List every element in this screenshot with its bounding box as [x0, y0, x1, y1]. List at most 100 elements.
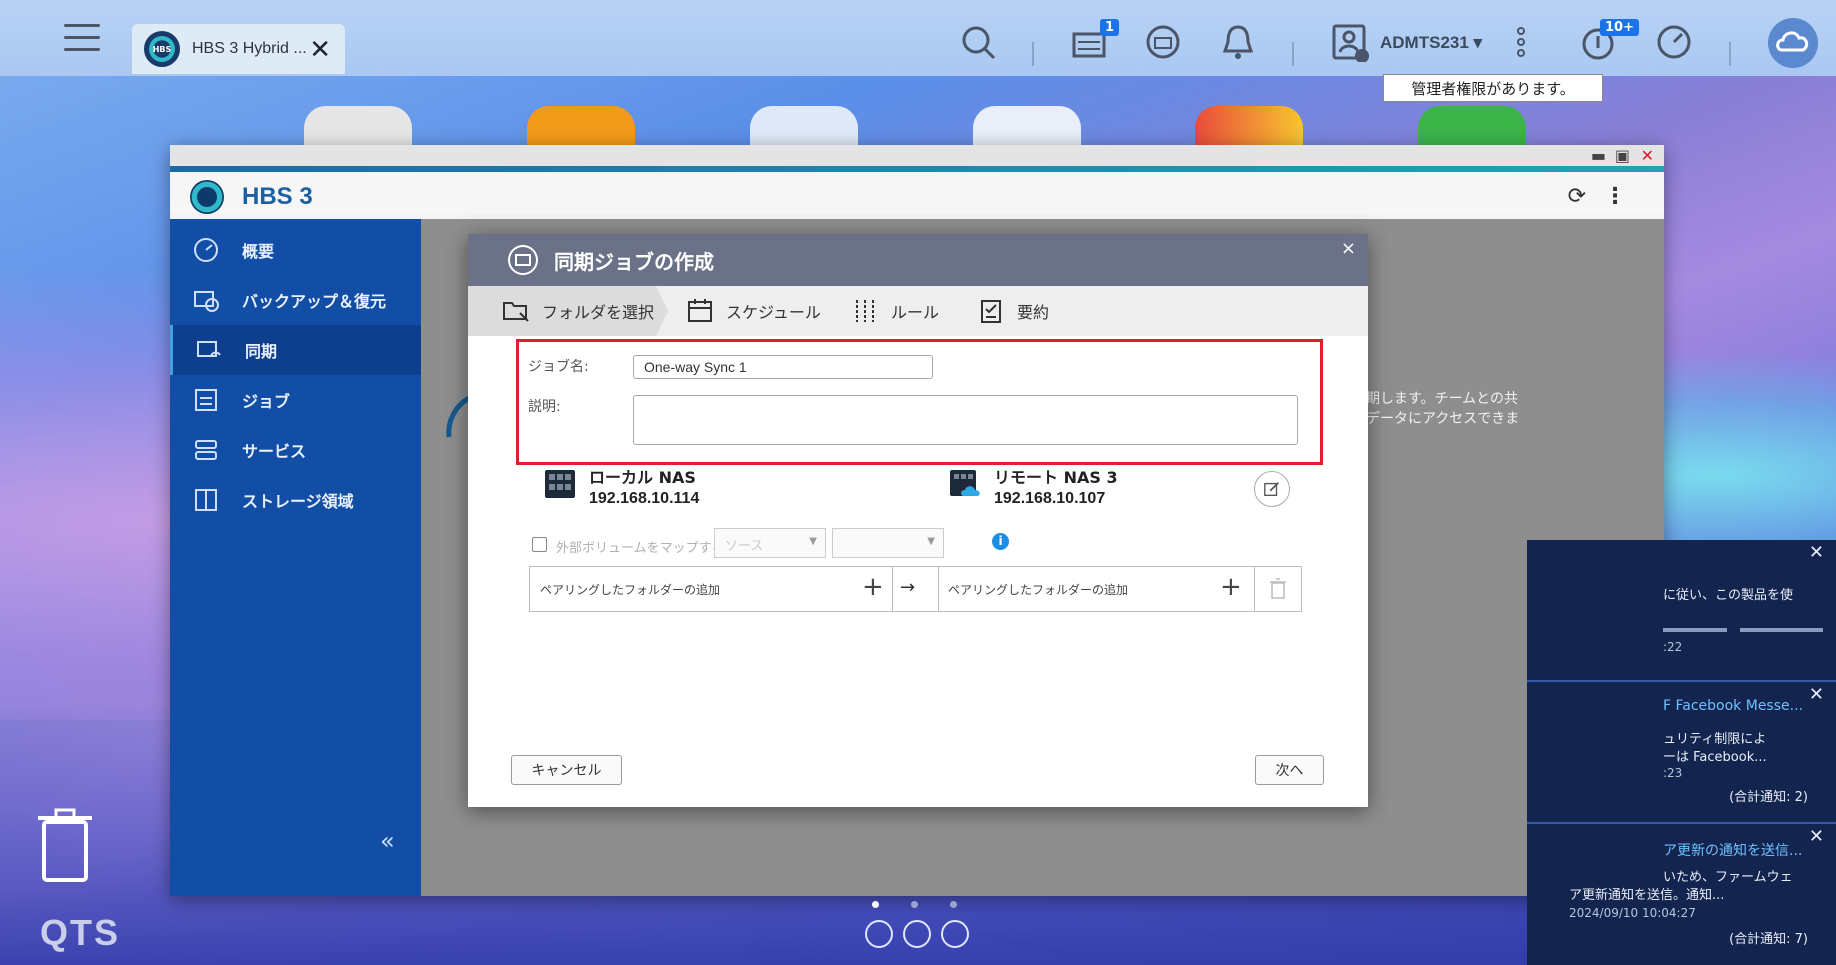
pair-divider: [1254, 567, 1255, 611]
step-schedule[interactable]: スケジュール: [686, 286, 821, 336]
taskbar: HBS HBS 3 Hybrid ... ✕ 1 ADMTS231 ▾ 管理者権…: [0, 0, 1836, 102]
backup-restore-icon: [194, 291, 219, 312]
trash-icon[interactable]: [1268, 578, 1288, 600]
sync-status-icon[interactable]: [1143, 22, 1183, 62]
taskbar-separator: [1729, 42, 1731, 66]
local-nas-ip: 192.168.10.114: [589, 490, 700, 507]
close-dialog-icon[interactable]: ×: [1341, 238, 1356, 259]
resource-monitor-icon[interactable]: [1654, 22, 1694, 62]
app-tab-title: HBS 3 Hybrid ...: [192, 40, 307, 57]
minimize-icon[interactable]: ▬: [1591, 146, 1606, 165]
add-remote-folder-icon[interactable]: +: [1220, 572, 1242, 602]
info-icon[interactable]: i: [992, 533, 1009, 550]
description-textarea[interactable]: [633, 395, 1298, 445]
step-label: スケジュール: [726, 303, 821, 322]
app-tab-hbs3[interactable]: HBS HBS 3 Hybrid ... ✕: [132, 24, 345, 74]
dock-app-icon[interactable]: [865, 920, 893, 948]
create-sync-job-dialog: 同期ジョブの作成 × フォルダを選択 スケジュール ルール 要約 ジョブ名: 説…: [468, 234, 1368, 807]
pair-left-cell[interactable]: ペアリングしたフォルダーの追加: [530, 567, 840, 611]
user-avatar-icon[interactable]: [1330, 22, 1370, 62]
edit-remote-button[interactable]: [1254, 471, 1290, 507]
map-external-volume-checkbox[interactable]: [532, 537, 547, 552]
close-window-icon[interactable]: ✕: [1641, 146, 1654, 165]
step-select-folder[interactable]: フォルダを選択: [468, 286, 668, 336]
search-icon[interactable]: [958, 22, 998, 62]
close-notification-icon[interactable]: ✕: [1809, 826, 1824, 847]
pair-right-label: ペアリングしたフォルダーの追加: [948, 582, 1129, 597]
local-nas-info: ローカル NAS 192.168.10.114: [543, 464, 699, 508]
notification-time: :22: [1663, 640, 1683, 654]
sidebar-item-label: ジョブ: [242, 392, 291, 411]
notification-item[interactable]: ✕ F Facebook Messe... ュリティ制限によ ーは Facebo…: [1527, 682, 1836, 820]
folder-select-icon: [503, 302, 529, 322]
calendar-icon: [688, 299, 712, 322]
notification-time: :23: [1663, 766, 1683, 780]
notification-panel: ✕ に従い、この製品を使 :22 ✕ F Facebook Messe... ュ…: [1527, 540, 1836, 965]
notification-body: に従い、この製品を使: [1663, 588, 1794, 603]
sync-icon: [197, 341, 221, 357]
service-icon: [195, 440, 217, 460]
remote-nas-title: リモート NAS 3: [994, 468, 1118, 487]
dock-icons[interactable]: [865, 920, 979, 952]
chevron-down-icon: ▼: [927, 536, 935, 547]
hbs-logo-icon: HBS: [144, 31, 180, 67]
notification-title: F Facebook Messe...: [1663, 698, 1803, 714]
app-title: HBS 3: [242, 183, 313, 210]
dock-app-icon[interactable]: [903, 920, 931, 948]
main-menu-button[interactable]: [64, 24, 100, 58]
collapse-sidebar-icon[interactable]: «: [380, 827, 395, 855]
task-count-badge: 1: [1100, 19, 1120, 36]
job-name-label: ジョブ名:: [528, 359, 589, 375]
pair-right-cell[interactable]: ペアリングしたフォルダーの追加: [938, 567, 1188, 611]
add-local-folder-icon[interactable]: +: [862, 572, 884, 602]
step-summary[interactable]: 要約: [977, 286, 1049, 336]
refresh-icon[interactable]: ⟳: [1568, 184, 1586, 209]
sidebar-item-backup-restore[interactable]: バックアップ＆復元: [170, 275, 421, 325]
volume-select[interactable]: ▼: [832, 528, 944, 558]
more-options-icon[interactable]: ⋮: [1604, 184, 1626, 209]
user-menu-button[interactable]: ADMTS231 ▾: [1380, 33, 1482, 53]
job-name-input[interactable]: [633, 355, 933, 379]
dialog-title: 同期ジョブの作成: [554, 249, 714, 274]
source-select-value: ソース: [725, 539, 764, 554]
step-label: フォルダを選択: [542, 303, 655, 322]
summary-icon: [981, 300, 1001, 323]
notification-bell-icon[interactable]: [1218, 22, 1258, 62]
next-button[interactable]: 次へ: [1255, 755, 1324, 785]
remote-nas-cloud-icon: [950, 470, 980, 496]
maximize-icon[interactable]: ▣: [1615, 146, 1630, 165]
step-label: 要約: [1017, 303, 1050, 322]
notification-time: 2024/09/10 10:04:27: [1569, 906, 1696, 920]
notification-item[interactable]: ✕ ア更新の通知を送信... いため、ファームウェ ア更新通知を送信。通知...…: [1527, 824, 1836, 965]
cancel-button[interactable]: キャンセル: [511, 755, 622, 785]
sidebar-item-storage[interactable]: ストレージ領域: [170, 475, 421, 525]
taskbar-separator: [1032, 42, 1034, 66]
sidebar-item-sync[interactable]: 同期: [170, 325, 421, 375]
source-select[interactable]: ソース ▼: [714, 528, 826, 558]
sidebar-item-overview[interactable]: 概要: [170, 225, 421, 275]
recycle-bin-icon[interactable]: [36, 808, 94, 884]
storage-icon: [195, 489, 217, 511]
arrow-right-icon: →: [900, 577, 916, 598]
notification-item[interactable]: ✕ に従い、この製品を使 :22: [1527, 540, 1836, 678]
close-notification-icon[interactable]: ✕: [1809, 542, 1824, 563]
close-notification-icon[interactable]: ✕: [1809, 684, 1824, 705]
folder-pairing-row: ペアリングしたフォルダーの追加 + → ペアリングしたフォルダーの追加 +: [529, 566, 1302, 612]
sidebar-item-job[interactable]: ジョブ: [170, 375, 421, 425]
more-options-icon[interactable]: [1514, 22, 1528, 62]
notification-progress: [1663, 628, 1823, 632]
sidebar-item-label: サービス: [242, 442, 307, 461]
close-tab-icon[interactable]: ✕: [309, 35, 331, 65]
cloud-icon: [1776, 31, 1809, 52]
desktop-page-dots[interactable]: [872, 893, 989, 912]
myqnapcloud-button[interactable]: [1768, 18, 1818, 68]
sync-job-icon: [508, 245, 538, 275]
notification-body: ア更新通知を送信。通知...: [1569, 888, 1725, 903]
dock-app-icon[interactable]: [941, 920, 969, 948]
notification-body: ュリティ制限によ: [1663, 732, 1767, 747]
dialog-header: 同期ジョブの作成 ×: [468, 234, 1368, 286]
step-rules[interactable]: ルール: [851, 286, 939, 336]
sidebar-item-service[interactable]: サービス: [170, 425, 421, 475]
window-titlebar: ▬ ▣ ✕: [170, 145, 1664, 166]
admin-tooltip: 管理者権限があります。: [1383, 74, 1603, 102]
